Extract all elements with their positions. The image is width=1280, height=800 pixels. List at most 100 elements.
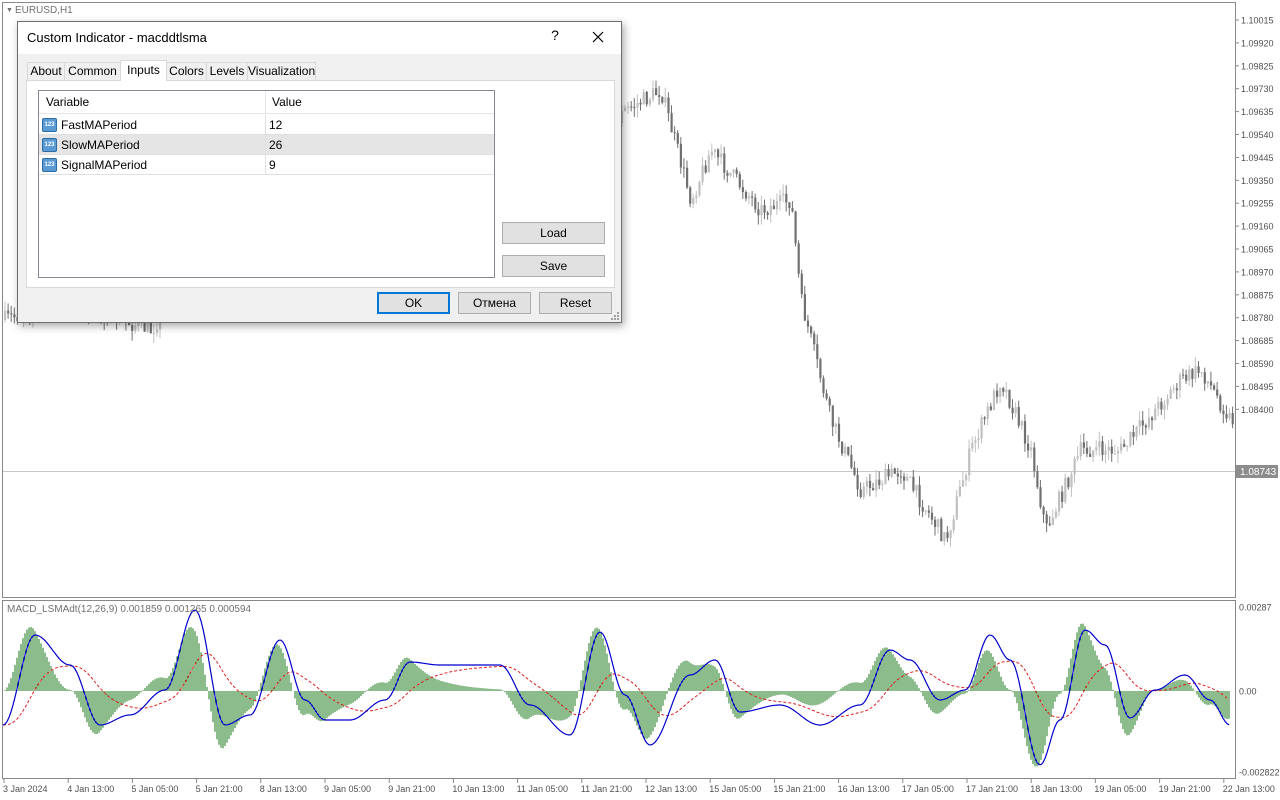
candle-body [1002, 388, 1005, 392]
inputs-grid[interactable]: Variable Value 123 FastMAPeriod 12 123 S… [38, 90, 495, 278]
candle-body [1141, 420, 1144, 426]
candle-body [698, 181, 701, 196]
candle-body [1138, 420, 1141, 427]
candle-body [679, 143, 682, 168]
candle-body [1042, 507, 1045, 515]
candle-body [1101, 441, 1104, 455]
candle-body [940, 518, 943, 542]
candle-body [1014, 407, 1017, 414]
candle-body [1191, 369, 1194, 379]
candle-body [1219, 395, 1222, 411]
close-icon [592, 31, 604, 43]
cancel-button[interactable]: Отмена [458, 292, 531, 314]
candle-body [149, 321, 152, 334]
candle-body [1147, 417, 1151, 428]
candle-body [822, 378, 825, 394]
candle-body [1110, 446, 1113, 454]
candle-body [134, 325, 137, 331]
candle-body [1197, 366, 1200, 373]
variable-value[interactable]: 26 [269, 138, 282, 152]
column-header-value[interactable]: Value [272, 95, 302, 109]
time-tick-label: 10 Jan 13:00 [452, 784, 504, 794]
tab-visualization[interactable]: Visualization [247, 62, 316, 81]
candle-body [1169, 389, 1172, 399]
time-tick-label: 18 Jan 13:00 [1030, 784, 1082, 794]
variable-value[interactable]: 12 [269, 118, 282, 132]
tab-inputs[interactable]: Inputs [120, 60, 167, 81]
close-button[interactable] [586, 25, 610, 49]
load-button[interactable]: Load [502, 222, 605, 244]
price-tick-label: 1.08400 [1241, 405, 1274, 415]
candle-body [1120, 443, 1123, 451]
candle-body [772, 205, 775, 210]
candle-body [1027, 443, 1030, 451]
help-button[interactable]: ? [545, 27, 565, 47]
candle-body [1203, 372, 1206, 384]
column-divider[interactable] [265, 91, 266, 114]
candle-body [868, 480, 872, 489]
candle-body [1206, 381, 1209, 384]
candle-body [723, 153, 726, 173]
price-tick-label: 1.09730 [1241, 84, 1274, 94]
ok-button[interactable]: OK [377, 292, 450, 314]
candle-body [1067, 477, 1070, 488]
price-tick-label: 1.08875 [1241, 290, 1274, 300]
tab-levels[interactable]: Levels [206, 62, 248, 81]
candle-body [664, 97, 667, 103]
candle-body [676, 132, 679, 144]
candle-body [670, 113, 673, 133]
time-tick-label: 11 Jan 21:00 [581, 784, 632, 794]
price-tick-label: 1.08780 [1241, 313, 1274, 323]
candle-body [1045, 514, 1048, 524]
tab-colors[interactable]: Colors [166, 62, 207, 81]
price-tick-label: 1.08685 [1241, 336, 1274, 346]
candle-body [658, 95, 661, 97]
candle-body [704, 165, 707, 173]
time-tick-label: 11 Jan 05:00 [517, 784, 568, 794]
time-tick-label: 12 Jan 13:00 [645, 784, 697, 794]
candle-body [1064, 477, 1067, 502]
candle-body [906, 477, 909, 481]
custom-indicator-dialog[interactable]: Custom Indicator - macddtlsma ? About Co… [17, 21, 622, 323]
column-header-variable[interactable]: Variable [46, 95, 89, 109]
reset-button[interactable]: Reset [539, 292, 612, 314]
caret-down-icon: ▼ [6, 7, 13, 14]
candle-body [748, 196, 751, 199]
resize-grip-icon[interactable] [610, 311, 620, 321]
candle-body [757, 209, 760, 216]
candle-body [986, 406, 989, 419]
candle-body [819, 359, 822, 379]
table-row[interactable]: 123 FastMAPeriod 12 [39, 115, 494, 135]
candle-body [1160, 401, 1163, 410]
candle-body [689, 187, 692, 204]
candle-body [924, 510, 927, 512]
time-tick-label: 15 Jan 21:00 [773, 784, 825, 794]
candle-body [1011, 407, 1014, 414]
candle-body [673, 132, 676, 134]
candle-body [899, 476, 903, 478]
candle-body [788, 202, 791, 209]
candle-body [921, 507, 924, 512]
candle-body [841, 441, 844, 454]
table-row[interactable]: 123 SignalMAPeriod 9 [39, 155, 494, 175]
candle-body [710, 151, 713, 156]
candle-body [968, 448, 971, 476]
save-button[interactable]: Save [502, 255, 605, 277]
variable-value[interactable]: 9 [269, 158, 276, 172]
price-tick-label: 1.09065 [1241, 245, 1274, 255]
table-row-selected[interactable]: 123 SlowMAPeriod 26 [39, 135, 494, 155]
candle-body [717, 149, 720, 158]
candle-body [816, 344, 819, 360]
price-tick-label: 1.09160 [1241, 222, 1274, 232]
candle-body [152, 332, 155, 334]
candle-body [974, 440, 977, 443]
candle-body [1172, 388, 1175, 390]
indicator-tick-label: -0.002822 [1239, 768, 1280, 778]
candle-body [1178, 374, 1182, 391]
candle-body [1039, 487, 1042, 508]
tab-common[interactable]: Common [64, 62, 121, 81]
candle-body [769, 205, 772, 215]
tab-about[interactable]: About [27, 62, 65, 81]
dialog-titlebar[interactable]: Custom Indicator - macddtlsma ? [18, 22, 621, 54]
candle-body [878, 479, 881, 486]
